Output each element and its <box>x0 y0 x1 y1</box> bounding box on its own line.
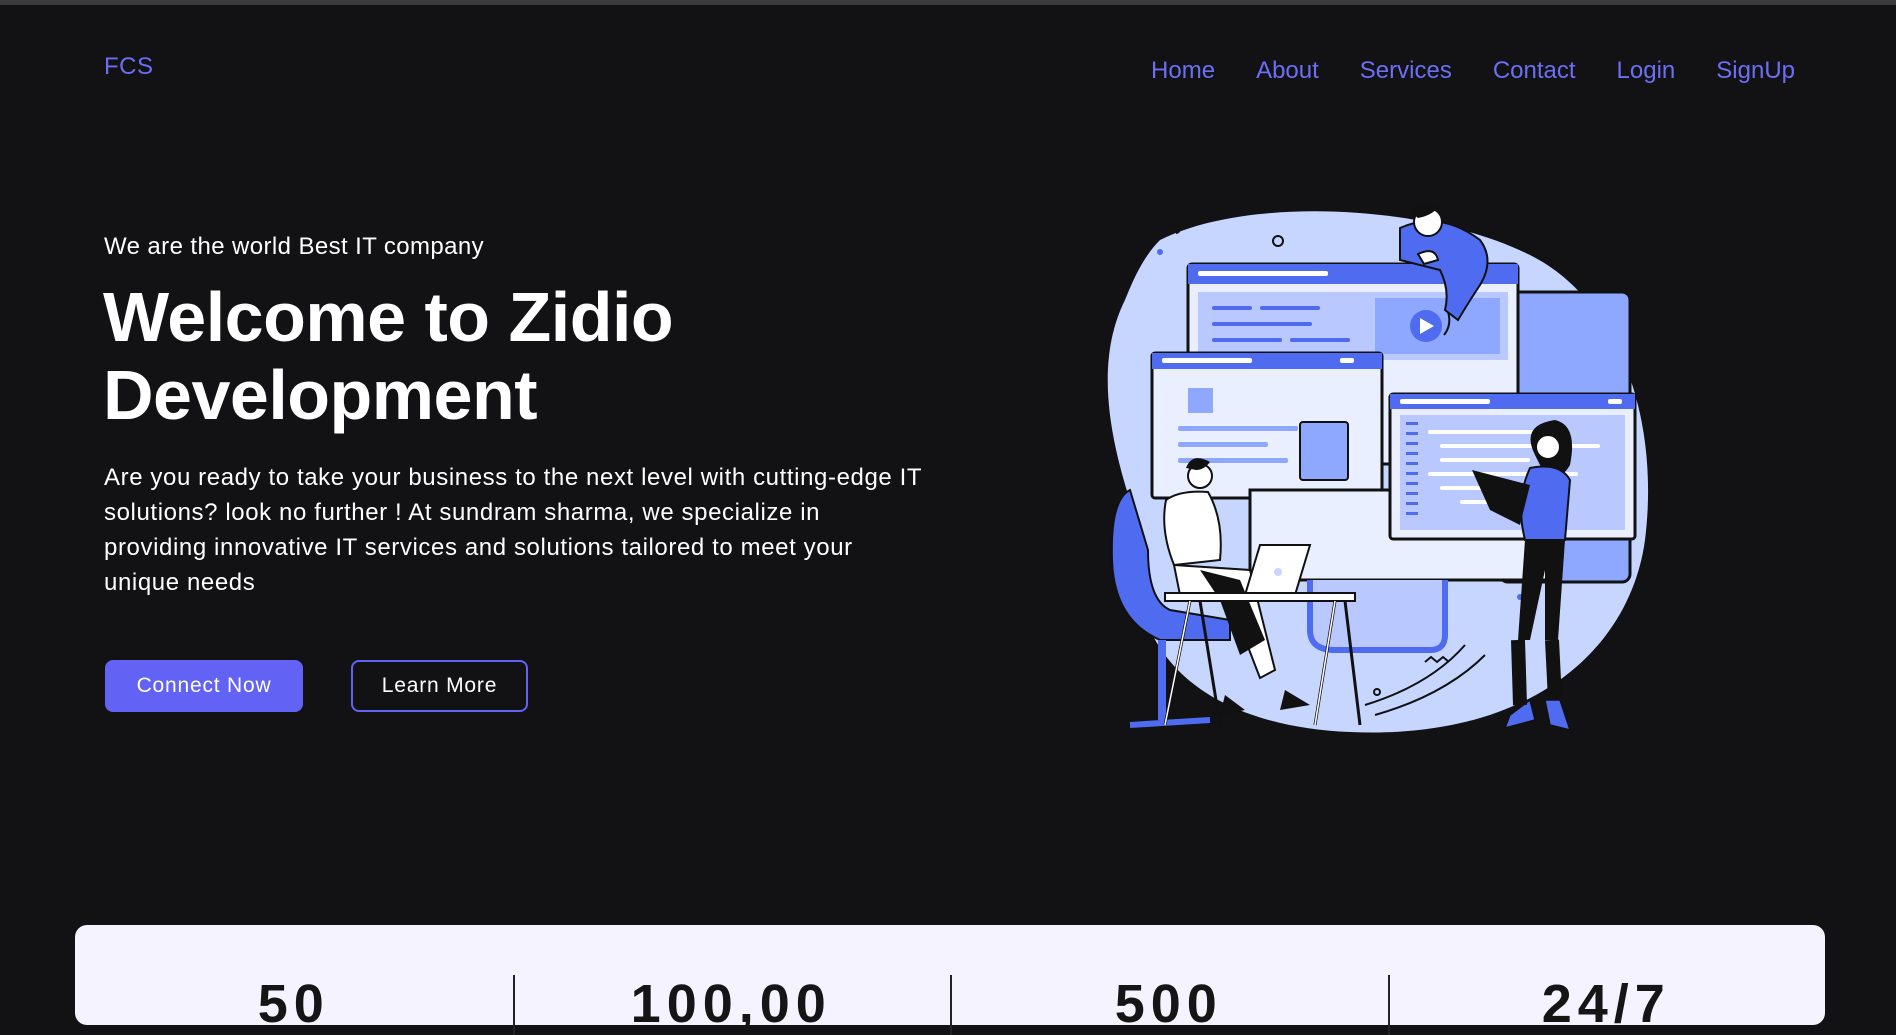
hero-illustration <box>1107 202 1649 733</box>
stat-value: 24/7 <box>1541 974 1671 1034</box>
illustration-browser-window-left <box>1150 351 1384 500</box>
stats-panel: 50 100,00 500 24/7 <box>75 925 1826 1035</box>
nav-link-contact[interactable]: Contact <box>1493 57 1576 85</box>
learn-more-button[interactable]: Learn More <box>351 660 528 712</box>
brand-logo[interactable]: FCS <box>104 53 154 81</box>
stat-item: 24/7 <box>1387 925 1826 1035</box>
hero-eyebrow: We are the world Best IT company <box>104 233 485 260</box>
nav-link-about[interactable]: About <box>1256 57 1319 85</box>
hero-title-line-2: Development <box>103 356 538 434</box>
stat-item: 50 <box>75 925 513 1031</box>
connect-now-button[interactable]: Connect Now <box>105 660 303 712</box>
stat-item: 100,00 <box>512 925 951 1035</box>
stat-value: 50 <box>257 974 330 1034</box>
stat-item: 500 <box>950 925 1388 1035</box>
nav-link-login[interactable]: Login <box>1617 57 1676 85</box>
nav-link-home[interactable]: Home <box>1151 57 1215 85</box>
nav-link-signup[interactable]: SignUp <box>1716 57 1795 85</box>
hero-title-line-1: Welcome to Zidio <box>103 278 674 356</box>
main-navigation: Home About Services Contact Login SignUp <box>1151 57 1795 85</box>
stat-value: 500 <box>1114 974 1223 1034</box>
nav-link-services[interactable]: Services <box>1360 57 1452 85</box>
browser-top-edge <box>0 0 1896 5</box>
stat-value: 100,00 <box>630 974 832 1034</box>
hero-description: Are you ready to take your business to t… <box>104 464 922 596</box>
hero-title: Welcome to Zidio Development <box>103 278 803 434</box>
